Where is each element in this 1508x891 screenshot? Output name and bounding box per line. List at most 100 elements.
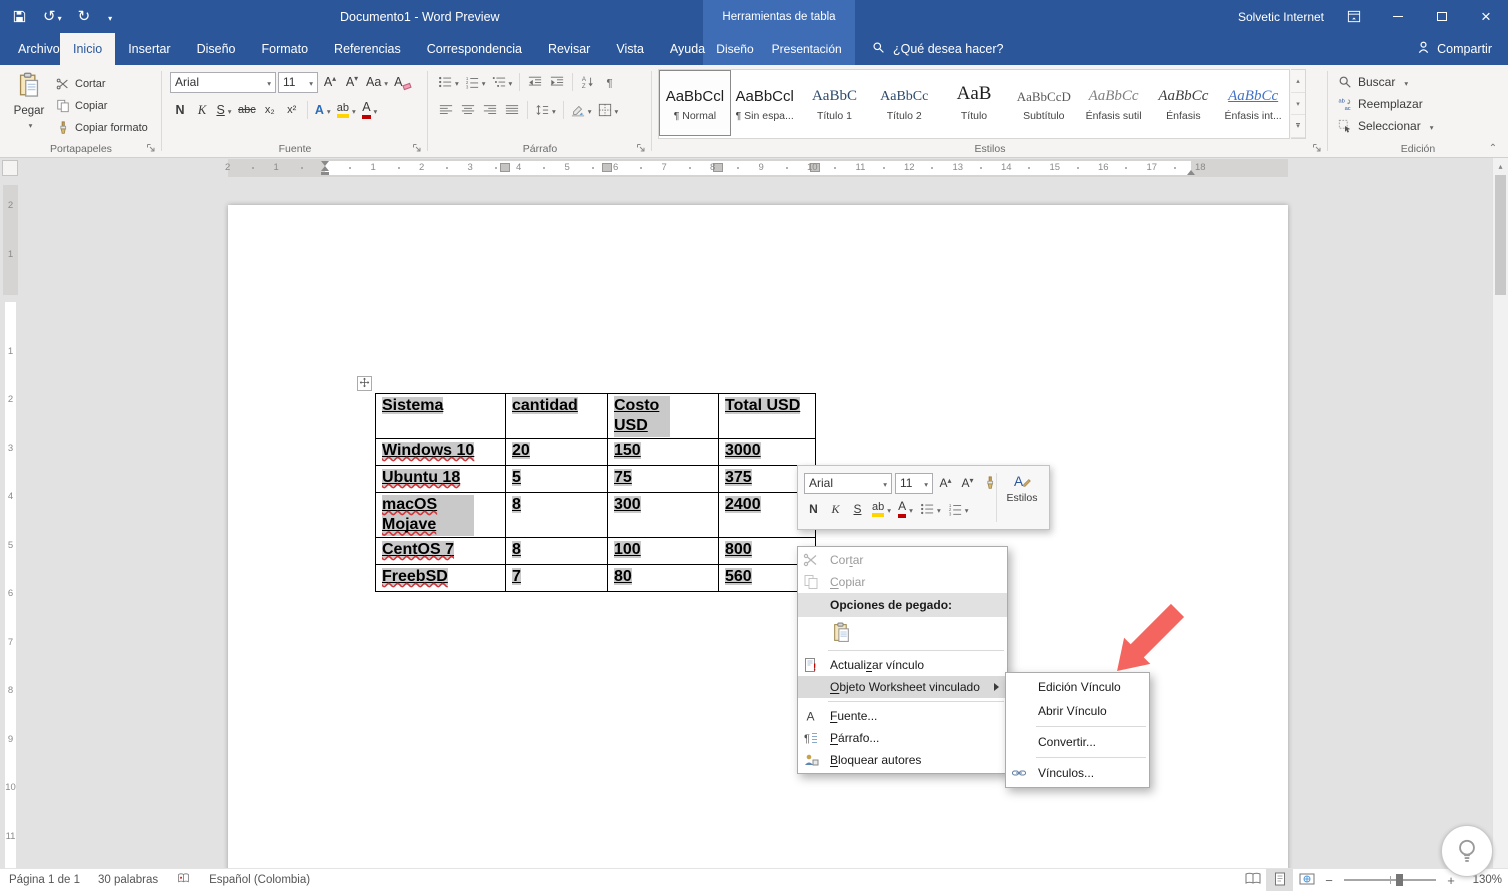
grow-font-button[interactable]: A (320, 72, 340, 92)
tab-vista[interactable]: Vista (603, 33, 657, 65)
table-cell[interactable]: FreebSD (375, 563, 506, 592)
tab-formato[interactable]: Formato (249, 33, 322, 65)
collapse-ribbon-icon[interactable] (1486, 143, 1500, 153)
link-submenu-item-convertir[interactable]: Convertir... (1006, 730, 1149, 754)
account-name[interactable]: Solvetic Internet (1238, 10, 1324, 24)
text-effects-button[interactable]: A (313, 100, 333, 120)
save-icon[interactable] (12, 9, 27, 24)
styles-scroll-up-icon[interactable] (1291, 70, 1305, 93)
tab-selector[interactable] (2, 160, 19, 183)
context-menu-item-párrafo[interactable]: ¶ Párrafo... (798, 727, 1007, 749)
superscript-button[interactable]: x² (282, 100, 302, 120)
paragraph-dialog-launcher[interactable] (636, 143, 647, 154)
decrease-indent-button[interactable] (525, 72, 545, 92)
undo-dropdown-icon[interactable] (56, 10, 62, 24)
shading-button[interactable] (569, 100, 594, 120)
tab-inicio[interactable]: Inicio (60, 33, 116, 65)
tab-diseño[interactable]: Diseño (184, 33, 249, 65)
table-cell[interactable]: macOS Mojave (375, 492, 506, 538)
mini-styles-button[interactable]: A Estilos (1000, 472, 1044, 504)
styles-dialog-launcher[interactable] (1312, 143, 1323, 154)
style-item-7[interactable]: AaBbCc Énfasis sutil (1079, 71, 1149, 135)
read-mode-button[interactable] (1239, 869, 1266, 891)
style-item-9[interactable]: AaBbCc Énfasis int... (1218, 71, 1288, 135)
v-ruler[interactable]: 2 1 1 2 3 4 5 6 7 8 9 10 11 (2, 185, 19, 868)
strikethrough-button[interactable]: abc (236, 100, 258, 120)
mini-highlight-button[interactable]: ab (870, 500, 893, 519)
minimize-button[interactable] (1376, 0, 1420, 33)
change-case-button[interactable]: Aa (364, 72, 390, 92)
scroll-up-icon[interactable] (1493, 158, 1508, 174)
language-indicator[interactable]: Español (Colombia) (200, 869, 319, 891)
font-family-select[interactable]: Arial (170, 71, 276, 93)
vertical-scrollbar[interactable] (1492, 158, 1508, 868)
tab-insertar[interactable]: Insertar (115, 33, 183, 65)
align-left-button[interactable] (436, 100, 456, 120)
multilevel-list-button[interactable] (490, 72, 515, 92)
mini-italic-button[interactable]: K (826, 500, 845, 519)
ribbon-display-options-icon[interactable] (1346, 9, 1362, 24)
style-item-2[interactable]: AaBbCcl ¶ Sin espa... (730, 71, 800, 135)
table-move-handle[interactable] (357, 376, 372, 391)
mini-bullets-button[interactable] (918, 500, 943, 519)
tab-revisar[interactable]: Revisar (535, 33, 603, 65)
justify-button[interactable] (502, 100, 522, 120)
paste-dropdown-icon[interactable] (26, 119, 33, 131)
context-menu-paste-option-button[interactable] (798, 617, 1007, 647)
context-menu-item-cortar[interactable]: Cortar (798, 549, 1007, 571)
mini-grow-font-button[interactable]: A (936, 474, 955, 493)
sort-button[interactable]: AZ (578, 72, 598, 92)
bullets-button[interactable] (436, 72, 461, 92)
tab-correspondencia[interactable]: Correspondencia (414, 33, 535, 65)
context-menu-item-fuente[interactable]: A Fuente... (798, 705, 1007, 727)
table-cell[interactable]: Ubuntu 18 (375, 465, 506, 493)
mini-font-size-select[interactable]: 11 (895, 472, 933, 494)
table-header-cell[interactable]: cantidad (505, 393, 608, 439)
context-menu-item-bloquear-autores[interactable]: Bloquear autores (798, 749, 1007, 771)
tab-referencias[interactable]: Referencias (321, 33, 414, 65)
mini-bold-button[interactable]: N (804, 500, 823, 519)
table-cell[interactable]: 300 (607, 492, 719, 538)
style-item-1[interactable]: AaBbCcl ¶ Normal (659, 70, 731, 136)
maximize-button[interactable] (1420, 0, 1464, 33)
table-header-cell[interactable]: Total USD (718, 393, 816, 439)
contextual-tab-diseño[interactable]: Diseño (707, 33, 762, 65)
word-count[interactable]: 30 palabras (89, 869, 167, 891)
page-indicator[interactable]: Página 1 de 1 (0, 869, 89, 891)
context-menu-item-objeto-worksheet-vinculado[interactable]: Objeto Worksheet vinculado (798, 676, 1007, 698)
style-item-8[interactable]: AaBbCc Énfasis (1148, 71, 1218, 135)
style-item-6[interactable]: AaBbCcD Subtítulo (1009, 71, 1079, 135)
show-marks-button[interactable]: ¶ (600, 72, 620, 92)
clipboard-dialog-launcher[interactable] (146, 143, 157, 154)
increase-indent-button[interactable] (547, 72, 567, 92)
close-button[interactable] (1464, 0, 1508, 33)
select-button[interactable]: Seleccionar (1338, 116, 1433, 136)
copy-button[interactable]: Copiar (56, 96, 107, 116)
tell-me-search[interactable]: ¿Qué desea hacer? (872, 33, 1004, 65)
undo-button[interactable] (43, 9, 62, 24)
link-submenu-item-abrir-vínculo[interactable]: Abrir Vínculo (1006, 699, 1149, 723)
contextual-tab-presentación[interactable]: Presentación (763, 33, 851, 65)
find-button[interactable]: Buscar (1338, 72, 1408, 92)
mini-shrink-font-button[interactable]: A (958, 474, 977, 493)
proofing-status[interactable] (167, 869, 200, 891)
table-cell[interactable]: 8 (505, 492, 608, 538)
table-cell[interactable]: 80 (607, 563, 719, 592)
numbering-button[interactable]: 123 (463, 72, 488, 92)
line-spacing-button[interactable] (533, 100, 558, 120)
highlight-button[interactable]: ab (335, 100, 358, 120)
align-right-button[interactable] (480, 100, 500, 120)
italic-button[interactable]: K (192, 100, 212, 120)
link-submenu-item-edición-vínculo[interactable]: Edición Vínculo (1006, 675, 1149, 699)
style-item-3[interactable]: AaBbC Título 1 (800, 71, 870, 135)
zoom-out-button[interactable]: − (1320, 869, 1338, 891)
left-indent-marker[interactable] (321, 172, 329, 175)
style-item-4[interactable]: AaBbCc Título 2 (869, 71, 939, 135)
paste-button[interactable]: Pegar (6, 70, 52, 144)
replace-button[interactable]: ab ac Reemplazar (1338, 94, 1422, 114)
bold-button[interactable]: N (170, 100, 190, 120)
font-color-button[interactable]: A (360, 100, 380, 120)
h-ruler[interactable]: 2 1 1 2 3 4 5 6 7 8 9 10 11 12 13 14 15 16 17 18 (0, 158, 1492, 178)
table-cell[interactable]: 8 (505, 536, 608, 565)
redo-button[interactable] (78, 9, 91, 24)
